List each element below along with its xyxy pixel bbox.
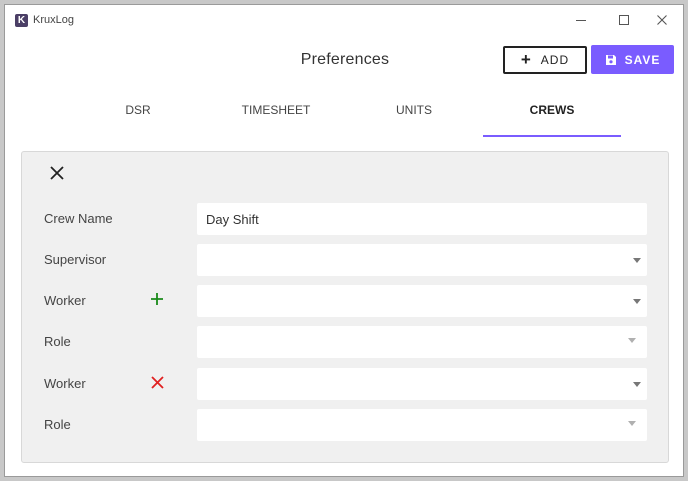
crew-name-field[interactable]: Day Shift <box>197 203 647 235</box>
role-label: Role <box>44 334 71 349</box>
tab-label: DSR <box>125 103 151 117</box>
minimize-button[interactable] <box>570 11 592 29</box>
close-icon <box>657 15 667 25</box>
chevron-down-icon <box>633 299 641 304</box>
plus-icon: + <box>520 50 532 69</box>
chevron-down-icon <box>633 382 641 387</box>
tab-label: CREWS <box>529 103 575 117</box>
close-form-button[interactable] <box>46 162 68 184</box>
tab-bar: DSR TIMESHEET UNITS CREWS <box>5 97 685 137</box>
supervisor-label: Supervisor <box>44 252 107 267</box>
tab-label: TIMESHEET <box>241 103 311 117</box>
title-bar: K KruxLog <box>5 5 683 35</box>
maximize-button[interactable] <box>613 11 635 29</box>
app-window: K KruxLog Preferences + ADD SAVE DSR TIM… <box>4 4 684 477</box>
add-worker-button[interactable] <box>148 290 166 308</box>
remove-icon <box>150 375 164 389</box>
crew-form-panel: Crew Name Day Shift Supervisor Worker Ro… <box>21 151 669 463</box>
add-button[interactable]: + ADD <box>503 46 587 74</box>
worker-select[interactable] <box>197 368 647 400</box>
tab-units[interactable]: UNITS <box>345 97 483 137</box>
remove-worker-button[interactable] <box>148 373 166 391</box>
chevron-down-icon <box>633 258 641 263</box>
role-label: Role <box>44 417 71 432</box>
worker-label: Worker <box>44 293 86 308</box>
add-button-label: ADD <box>540 53 570 67</box>
tab-dsr[interactable]: DSR <box>69 97 207 137</box>
maximize-icon <box>619 15 629 25</box>
save-button[interactable]: SAVE <box>591 45 674 74</box>
chevron-down-icon <box>628 338 636 343</box>
close-window-button[interactable] <box>651 11 673 29</box>
close-icon <box>50 166 64 180</box>
supervisor-select[interactable] <box>197 244 647 276</box>
save-button-label: SAVE <box>624 52 661 67</box>
role-select[interactable] <box>197 409 647 441</box>
chevron-down-icon <box>628 421 636 426</box>
tab-label: UNITS <box>396 103 432 117</box>
tab-timesheet[interactable]: TIMESHEET <box>207 97 345 137</box>
tab-crews[interactable]: CREWS <box>483 97 621 137</box>
worker-select[interactable] <box>197 285 647 317</box>
app-logo: K <box>15 14 28 27</box>
crew-name-label: Crew Name <box>44 211 113 226</box>
save-icon <box>605 54 616 65</box>
worker-label: Worker <box>44 376 86 391</box>
minimize-icon <box>576 19 586 21</box>
plus-icon <box>151 293 163 305</box>
role-select[interactable] <box>197 326 647 358</box>
app-title: KruxLog <box>33 14 74 26</box>
